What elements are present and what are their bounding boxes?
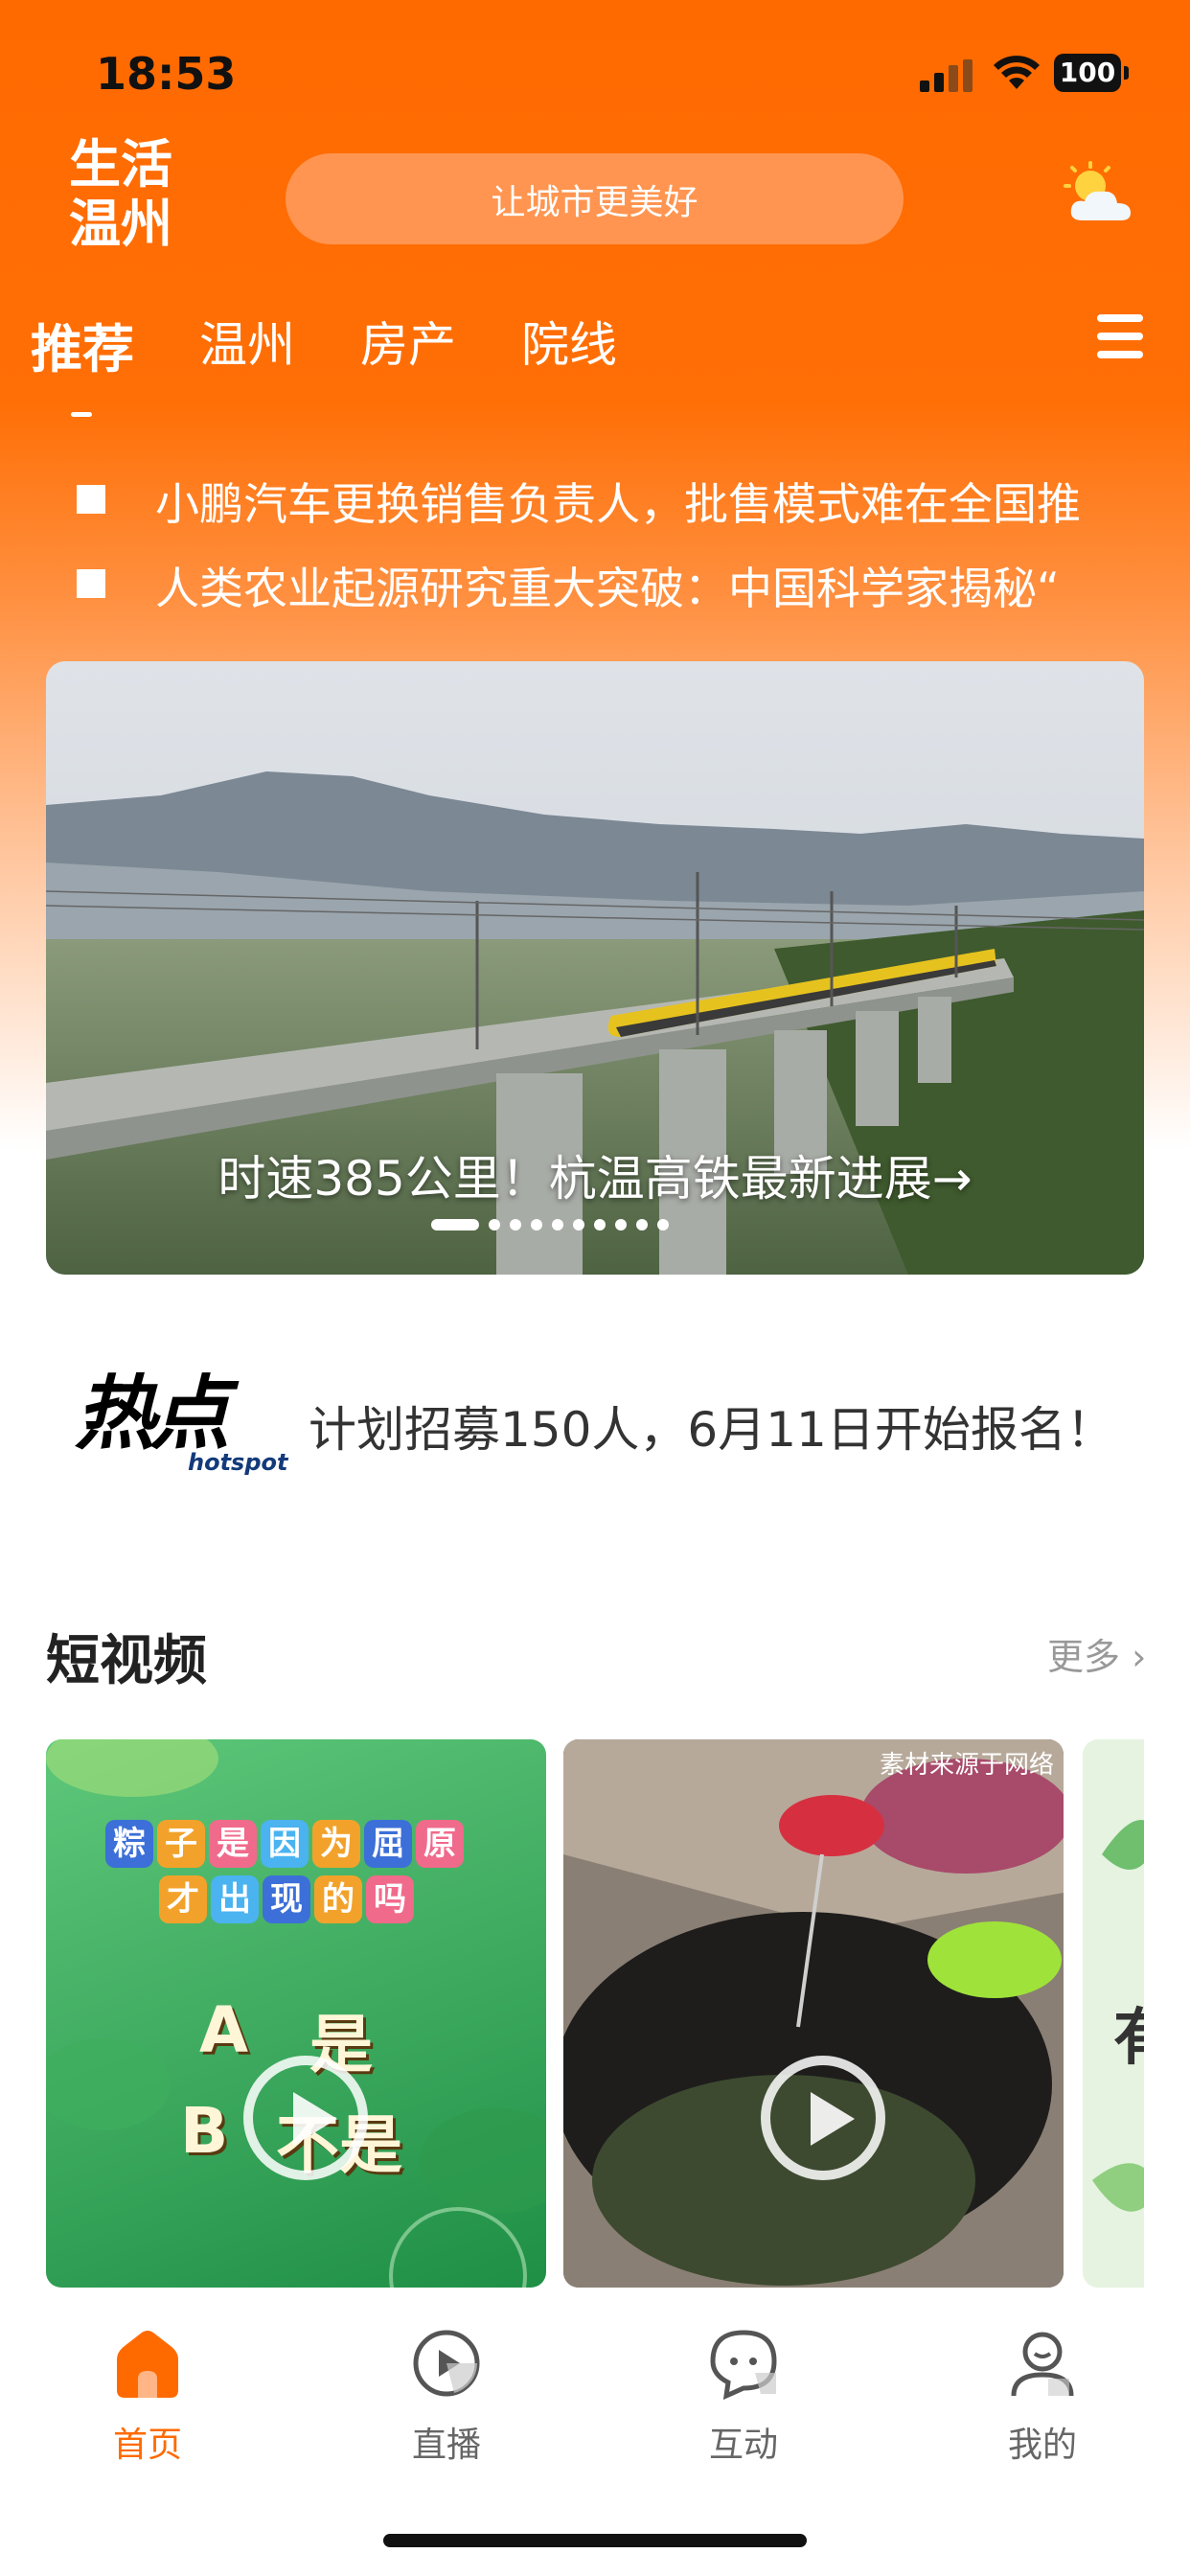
logo-text-line2: 温州	[69, 194, 172, 254]
tile: 子	[157, 1820, 205, 1868]
tile: 屈	[364, 1820, 412, 1868]
partly-cloudy-icon[interactable]	[1062, 161, 1138, 228]
bullet-square-icon	[77, 485, 105, 514]
tile: 是	[209, 1820, 257, 1868]
hotspot-headline[interactable]: 计划招募150人，6月11日开始报名！	[309, 1392, 1114, 1460]
more-link[interactable]: 更多 ›	[1047, 1627, 1146, 1680]
carousel-dot-active	[431, 1219, 479, 1230]
source-watermark: 素材来源于网络	[879, 1751, 1054, 1780]
carousel-dot	[594, 1219, 606, 1230]
video-card[interactable]: 有	[1083, 1739, 1144, 2288]
tile: 粽	[105, 1820, 153, 1868]
chat-bubble-icon	[710, 2330, 777, 2401]
search-input[interactable]: 让城市更美好	[286, 153, 904, 244]
carousel-dot	[489, 1219, 500, 1230]
tile: 吗	[366, 1875, 414, 1923]
tile: 原	[416, 1820, 464, 1868]
nav-label: 我的	[1007, 2426, 1077, 2465]
home-icon	[117, 2331, 178, 2398]
play-icon	[243, 2056, 368, 2180]
ticker-text: 人类农业起源研究重大突破：中国科学家揭秘“	[155, 563, 1060, 614]
tile: 为	[312, 1820, 360, 1868]
ticker-item[interactable]: 小鹏汽车更换销售负责人，批售模式难在全国推	[77, 470, 1131, 554]
banner-carousel[interactable]: 时速385公里！杭温高铁最新进展→	[46, 661, 1144, 1275]
carousel-dot	[615, 1219, 627, 1230]
bottom-tab-bar: 首页 直播 互动 我的	[0, 2288, 1190, 2576]
news-ticker: 小鹏汽车更换销售负责人，批售模式难在全国推 人类农业起源研究重大突破：中国科学家…	[77, 470, 1131, 638]
option-b-letter: B	[180, 2094, 229, 2168]
menu-icon[interactable]	[1097, 314, 1143, 369]
cellular-signal-icon	[920, 59, 973, 92]
hotspot-logo: 热点 hotspot	[75, 1367, 287, 1476]
banner-caption: 时速385公里！杭温高铁最新进展→	[217, 1151, 973, 1207]
option-a-letter: A	[199, 1993, 249, 2067]
play-icon	[761, 2056, 885, 2180]
carousel-dot	[510, 1219, 521, 1230]
tab-realestate[interactable]: 房产	[360, 307, 456, 382]
nav-home[interactable]: 首页	[52, 2327, 243, 2467]
carousel-dot	[573, 1219, 584, 1230]
carousel-indicator	[431, 1219, 669, 1230]
channel-tabs: 推荐 温州 房产 院线	[31, 307, 682, 417]
nav-interact[interactable]: 互动	[648, 2327, 839, 2467]
video-carousel: 粽子是因为屈原 才出现的吗 A 是 B 不是 素材来源于网络	[46, 1739, 1144, 2288]
logo-text-line1: 生活	[69, 134, 172, 195]
carousel-dot	[636, 1219, 648, 1230]
tile: 才	[159, 1875, 207, 1923]
nav-label: 直播	[411, 2426, 481, 2465]
cooking-scene	[563, 1739, 1064, 2288]
app-logo[interactable]: 生活 温州	[69, 139, 184, 259]
carousel-dot	[531, 1219, 542, 1230]
video-card[interactable]: 素材来源于网络	[563, 1739, 1064, 2288]
title-tiles: 粽子是因为屈原 才出现的吗	[103, 1816, 506, 1927]
video-card[interactable]: 粽子是因为屈原 才出现的吗 A 是 B 不是	[46, 1739, 546, 2288]
carousel-dot	[657, 1219, 669, 1230]
user-icon	[1011, 2332, 1074, 2397]
search-placeholder: 让城市更美好	[491, 182, 698, 222]
tile: 因	[261, 1820, 309, 1868]
nav-label: 首页	[112, 2426, 182, 2465]
ticker-item[interactable]: 人类农业起源研究重大突破：中国科学家揭秘“	[77, 554, 1131, 638]
nav-profile[interactable]: 我的	[947, 2327, 1138, 2467]
nav-label: 互动	[708, 2426, 778, 2465]
hotspot-logo-en: hotspot	[188, 1449, 288, 1476]
nav-live[interactable]: 直播	[351, 2327, 542, 2467]
wifi-icon	[994, 56, 1040, 89]
chevron-right-icon: ›	[1120, 1636, 1147, 1678]
ticker-text: 小鹏汽车更换销售负责人，批售模式难在全国推	[155, 478, 1081, 530]
battery-indicator: 100	[1054, 54, 1129, 92]
live-play-icon	[413, 2330, 480, 2397]
tab-recommend[interactable]: 推荐	[31, 307, 134, 417]
tile: 出	[211, 1875, 259, 1923]
more-label: 更多	[1047, 1636, 1121, 1678]
carousel-dot	[552, 1219, 563, 1230]
status-time: 18:53	[96, 48, 237, 100]
tile: 现	[263, 1875, 310, 1923]
bullet-square-icon	[77, 569, 105, 598]
card-partial-char: 有	[1113, 1989, 1144, 2077]
tab-wenzhou[interactable]: 温州	[199, 307, 295, 382]
tile: 的	[314, 1875, 362, 1923]
hotspot-logo-cn: 热点	[75, 1367, 230, 1460]
section-title: 短视频	[46, 1630, 207, 1692]
home-indicator	[383, 2534, 807, 2547]
tab-cinema[interactable]: 院线	[521, 307, 617, 382]
